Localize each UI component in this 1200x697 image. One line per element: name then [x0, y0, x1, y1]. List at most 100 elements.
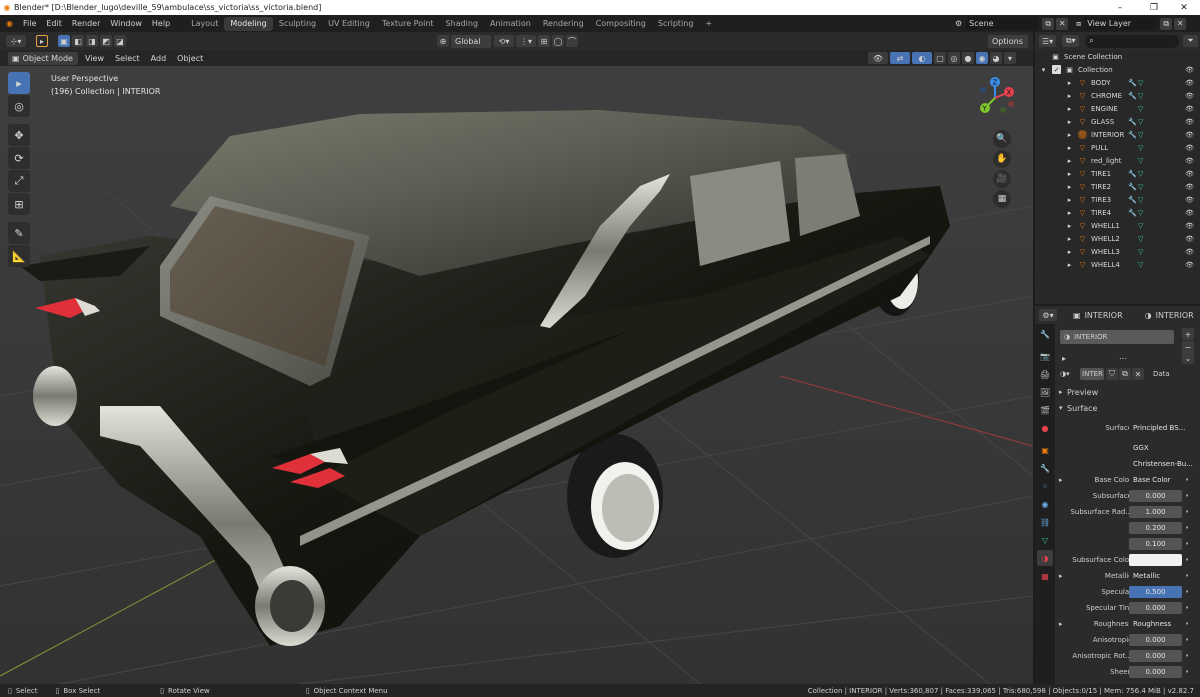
expand-arrow-icon[interactable]: ▸: [1065, 91, 1074, 100]
tab-texture-paint[interactable]: Texture Point: [376, 17, 440, 31]
property-field[interactable]: 0.200: [1129, 522, 1182, 534]
mesh-data-icon[interactable]: ▽: [1138, 209, 1143, 217]
physics-tab-icon[interactable]: ◉: [1037, 496, 1053, 512]
world-tab-icon[interactable]: ●: [1037, 420, 1053, 436]
duplicate-material-icon[interactable]: ⧉: [1119, 368, 1131, 380]
falloff-icon[interactable]: ⌒: [566, 35, 578, 47]
modifier-wrench-icon[interactable]: 🔧: [1128, 92, 1137, 100]
surface-panel-header[interactable]: ▾ Surface: [1055, 400, 1200, 416]
link-socket-icon[interactable]: •: [1185, 572, 1189, 580]
link-socket-icon[interactable]: •: [1185, 540, 1189, 548]
modifier-wrench-icon[interactable]: 🔧: [1128, 196, 1137, 204]
cursor-tool-icon[interactable]: ◎: [8, 95, 30, 117]
slot-grip-icon[interactable]: ⋯: [1119, 354, 1127, 363]
checkbox-icon[interactable]: ✓: [1052, 65, 1061, 74]
visibility-eye-icon[interactable]: 👁: [1185, 235, 1194, 243]
link-socket-icon[interactable]: •: [1185, 492, 1189, 500]
transform-orientation-dropdown[interactable]: Global: [451, 34, 491, 48]
distribution-dropdown[interactable]: GGX: [1129, 442, 1193, 454]
tool-tab-icon[interactable]: 🔧: [1037, 326, 1053, 342]
options-dropdown[interactable]: Options: [988, 34, 1028, 48]
viewport-menu-view[interactable]: View: [81, 52, 108, 65]
slot-specials-icon[interactable]: ⌄: [1182, 352, 1194, 364]
surface-shader-dropdown[interactable]: Principled BS...: [1129, 422, 1193, 434]
select-invert-icon[interactable]: ◩: [100, 35, 112, 47]
mesh-data-icon[interactable]: ▽: [1138, 170, 1143, 178]
add-workspace-button[interactable]: +: [699, 17, 718, 31]
modifier-wrench-icon[interactable]: 🔧: [1128, 209, 1137, 217]
visibility-eye-icon[interactable]: 👁: [1185, 170, 1194, 178]
material-shading-icon[interactable]: ◉: [976, 52, 988, 64]
modifier-wrench-icon[interactable]: 🔧: [1128, 183, 1137, 191]
modifier-wrench-icon[interactable]: 🔧: [1128, 79, 1137, 87]
solid-shading-icon[interactable]: ●: [962, 52, 974, 64]
outliner-editor-icon[interactable]: ☰▾: [1039, 35, 1057, 47]
mesh-data-icon[interactable]: ▽: [1138, 261, 1143, 269]
outliner-object-row[interactable]: ▸ ▽ ENGINE ▽ 👁: [1035, 102, 1200, 115]
property-field[interactable]: 0.100: [1129, 538, 1182, 550]
blender-menu-icon[interactable]: ◉: [0, 19, 18, 28]
wireframe-shading-icon[interactable]: ◎: [948, 52, 960, 64]
link-data-dropdown[interactable]: Data: [1149, 368, 1195, 380]
mesh-data-icon[interactable]: ▽: [1138, 118, 1143, 126]
outliner-object-row[interactable]: ▸ ▽ TIRE3 🔧 ▽ 👁: [1035, 193, 1200, 206]
visibility-eye-icon[interactable]: 👁: [1185, 118, 1194, 126]
menu-edit[interactable]: Edit: [41, 19, 67, 28]
tab-sculpting[interactable]: Sculpting: [273, 17, 322, 31]
property-field[interactable]: Base Color: [1129, 474, 1182, 486]
visibility-eye-icon[interactable]: 👁: [1185, 248, 1194, 256]
visibility-eye-icon[interactable]: 👁: [1185, 105, 1194, 113]
expand-arrow-icon[interactable]: ▸: [1065, 130, 1074, 139]
material-name-field[interactable]: INTER: [1080, 368, 1104, 380]
pivot-point-icon[interactable]: ⟲▾: [494, 35, 514, 47]
property-field[interactable]: 0.000: [1129, 602, 1182, 614]
scale-tool-icon[interactable]: ⤢: [8, 170, 30, 192]
outliner-object-row[interactable]: ▸ ▽ WHELL2 ▽ 👁: [1035, 232, 1200, 245]
browse-material-icon[interactable]: ◑▾: [1060, 370, 1070, 378]
select-new-icon[interactable]: ▣: [58, 35, 70, 47]
mesh-data-icon[interactable]: ▽: [1138, 157, 1143, 165]
texture-tab-icon[interactable]: ▦: [1037, 568, 1053, 584]
expand-arrow-icon[interactable]: ▸: [1065, 182, 1074, 191]
expand-arrow-icon[interactable]: ▸: [1065, 260, 1074, 269]
outliner-object-row[interactable]: ▸ ▽ BODY 🔧 ▽ 👁: [1035, 76, 1200, 89]
property-field[interactable]: Metallic: [1129, 570, 1182, 582]
expand-arrow-icon[interactable]: ▸: [1065, 208, 1074, 217]
mesh-data-icon[interactable]: ▽: [1138, 183, 1143, 191]
move-tool-icon[interactable]: ✥: [8, 124, 30, 146]
tab-layout[interactable]: Layout: [185, 17, 224, 31]
visibility-eye-icon[interactable]: 👁: [1185, 261, 1194, 269]
outliner-object-row[interactable]: ▸ ▽ WHELL1 ▽ 👁: [1035, 219, 1200, 232]
proportional-edit-icon[interactable]: ◯: [552, 35, 564, 47]
mesh-data-icon[interactable]: ▽: [1138, 196, 1143, 204]
mesh-data-icon[interactable]: ▽: [1138, 222, 1143, 230]
link-socket-icon[interactable]: •: [1185, 636, 1189, 644]
close-button[interactable]: ✕: [1164, 0, 1200, 15]
snap-icon[interactable]: ⋮▾: [516, 35, 536, 47]
object-tab-icon[interactable]: ▣: [1037, 442, 1053, 458]
mesh-data-icon[interactable]: ▽: [1138, 92, 1143, 100]
perspective-toggle-icon[interactable]: ▦: [993, 190, 1011, 208]
shading-options-icon[interactable]: ▾: [1004, 52, 1016, 64]
navigation-gizmo[interactable]: Z X Y 🔍 ✋ 🎥 ▦: [973, 72, 1023, 222]
transform-tool-icon[interactable]: ⊞: [8, 193, 30, 215]
visibility-eye-icon[interactable]: 👁: [1185, 66, 1194, 74]
new-view-layer-icon[interactable]: ⧉: [1160, 17, 1173, 30]
outliner-object-row[interactable]: ▸ ▽ INTERIOR 🔧 ▽ 👁: [1035, 128, 1200, 141]
property-field[interactable]: [1129, 554, 1182, 566]
modifier-wrench-icon[interactable]: 🔧: [1128, 170, 1137, 178]
link-socket-icon[interactable]: •: [1185, 668, 1189, 676]
link-socket-icon[interactable]: •: [1185, 508, 1189, 516]
rotate-tool-icon[interactable]: ⟳: [8, 147, 30, 169]
select-subtract-icon[interactable]: ◨: [86, 35, 98, 47]
viewport-menu-object[interactable]: Object: [173, 52, 207, 65]
mesh-data-icon[interactable]: ▽: [1138, 248, 1143, 256]
outliner-search-input[interactable]: ⌕: [1085, 34, 1179, 48]
expand-arrow-icon[interactable]: ▸: [1065, 221, 1074, 230]
link-socket-icon[interactable]: •: [1185, 476, 1189, 484]
expand-arrow-icon[interactable]: ▸: [1065, 195, 1074, 204]
mesh-data-icon[interactable]: ▽: [1138, 131, 1143, 139]
expand-arrow-icon[interactable]: ▸: [1065, 117, 1074, 126]
outliner-object-row[interactable]: ▸ ▽ TIRE4 🔧 ▽ 👁: [1035, 206, 1200, 219]
link-socket-icon[interactable]: •: [1185, 556, 1189, 564]
